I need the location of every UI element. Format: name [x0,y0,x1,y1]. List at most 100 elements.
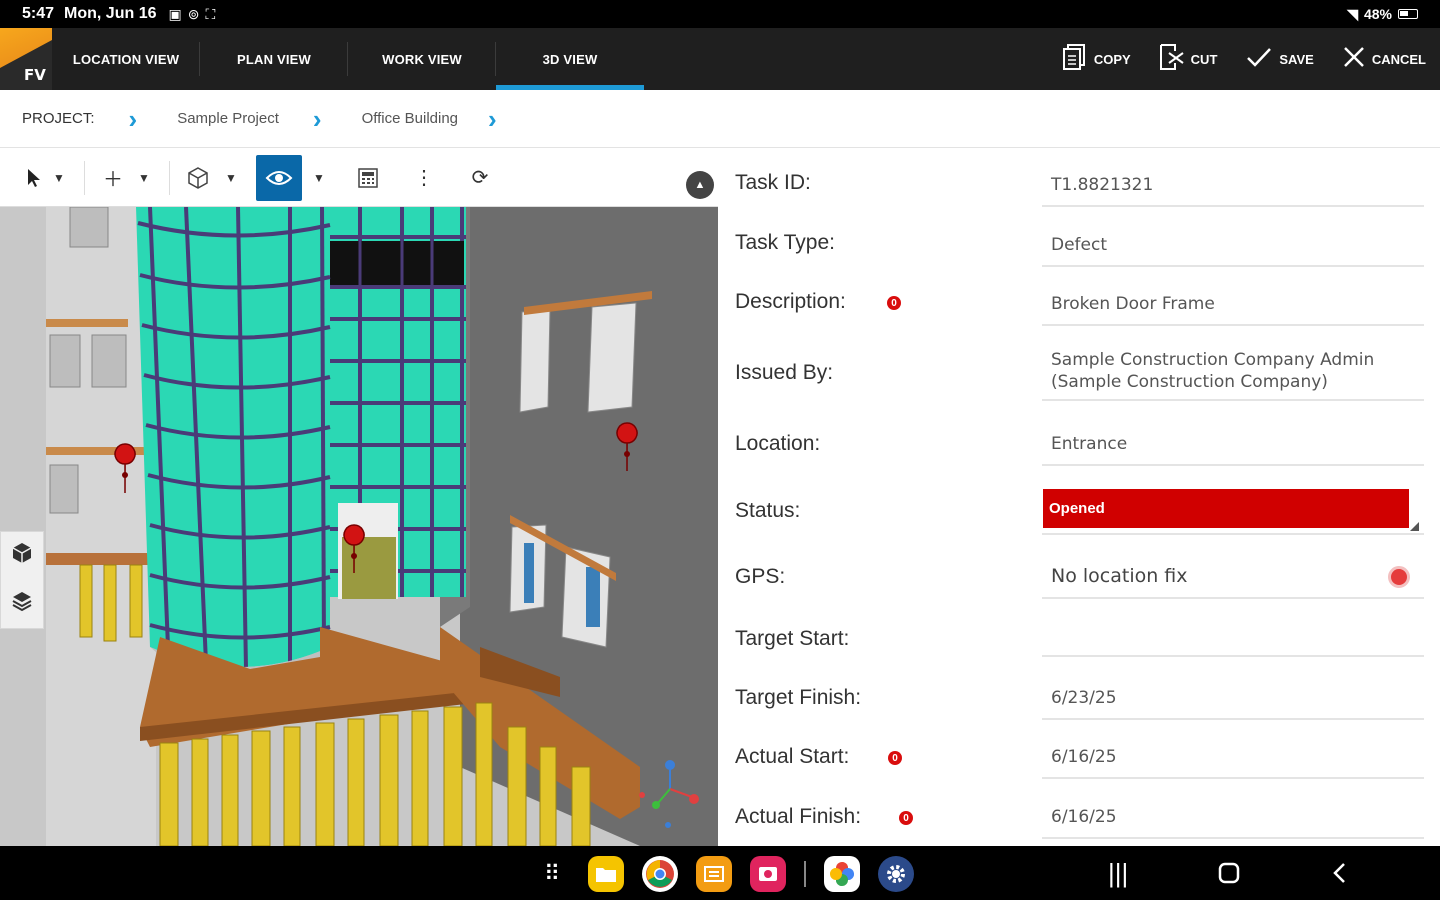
photos-app-icon[interactable] [824,856,860,892]
add-dropdown-icon[interactable]: ▼ [133,164,155,192]
home-icon[interactable] [1218,860,1240,891]
chevron-right-icon[interactable]: › [488,106,497,132]
chevron-right-icon[interactable]: › [129,106,138,132]
viewer-toolbar: ▼ ＋ ▼ ▼ ▼ ⋮ ⟳ ▲ [0,149,718,207]
status-underline [1042,533,1424,535]
app-bar: FV LOCATION VIEW PLAN VIEW WORK VIEW 3D … [0,28,1440,90]
toolbar-divider [169,160,170,195]
side-tool-panel [0,531,44,629]
cube-3d-icon[interactable] [11,542,33,570]
cancel-label: CANCEL [1371,51,1426,67]
3d-viewer-panel: ▼ ＋ ▼ ▼ ▼ ⋮ ⟳ ▲ [0,149,718,846]
target-start-field[interactable] [1042,627,1424,657]
target-start-label: Target Start: [735,627,850,650]
recent-apps-icon[interactable]: ||| [1108,858,1128,889]
cut-button[interactable]: CUT [1159,43,1218,75]
eye-dropdown-icon[interactable]: ▼ [308,164,330,192]
task-id-label: Task ID: [735,171,811,194]
tab-plan-view[interactable]: PLAN VIEW [200,28,348,90]
eye-icon[interactable] [256,154,302,201]
copy-button[interactable]: COPY [1062,43,1131,75]
required-badge: 0 [899,811,913,825]
tab-work-view[interactable]: WORK VIEW [348,28,496,90]
status-bar: 5:47 Mon, Jun 16 ▣ ⊚ ⛶ ◥ 48% [0,0,1440,28]
status-select[interactable]: Opened [1043,489,1409,528]
gallery-notification-icon: ▣ [168,5,182,22]
back-icon[interactable] [1330,860,1350,891]
battery-icon [1398,9,1418,19]
save-button[interactable]: SAVE [1245,45,1314,73]
gps-record-icon[interactable] [1388,566,1410,588]
breadcrumb-project-label: PROJECT: [22,110,95,127]
chevron-right-icon[interactable]: › [313,106,322,132]
app-drawer-icon[interactable]: ⠿ [534,856,570,892]
description-field[interactable]: Broken Door Frame [1042,294,1424,326]
action-bar: COPY CUT SAVE CANCEL [1062,28,1440,90]
calculator-icon[interactable] [354,164,382,192]
add-icon[interactable]: ＋ [99,164,127,192]
app-screen: { "status_bar": { "time": "5:47", "date"… [0,0,1440,900]
more-vert-icon[interactable]: ⋮ [410,164,438,192]
cancel-button[interactable]: CANCEL [1342,45,1426,73]
refresh-icon[interactable]: ⟳ [466,164,494,192]
wifi-icon: ◥ [1347,5,1358,22]
chrome-app-icon[interactable] [642,856,678,892]
close-icon [1342,45,1366,73]
breadcrumb: PROJECT: › Sample Project › Office Build… [0,90,1440,148]
select-dropdown-icon[interactable]: ▼ [48,164,70,192]
save-label: SAVE [1279,51,1314,67]
breadcrumb-item-office-building[interactable]: Office Building [362,110,458,127]
task-id-field: T1.8821321 [1042,175,1424,207]
issued-by-name: Sample Construction Company Admin [1051,350,1375,370]
actual-start-label: Actual Start: [735,745,850,768]
actual-finish-field[interactable]: 6/16/25 [1042,807,1424,839]
required-badge: 0 [887,296,901,310]
my-files-app-icon[interactable] [588,856,624,892]
task-type-field[interactable]: Defect [1042,235,1424,267]
location-field[interactable]: Entrance [1042,434,1424,466]
status-right: ◥ 48% [1347,6,1418,23]
gps-field: No location fix [1042,565,1424,599]
tab-3d-view[interactable]: 3D VIEW [496,28,644,90]
issued-by-company: (Sample Construction Company) [1051,372,1328,392]
building-model-render[interactable] [0,207,718,846]
check-icon [1245,45,1273,73]
tab-location-view[interactable]: LOCATION VIEW [52,28,200,90]
target-finish-label: Target Finish: [735,686,862,709]
gps-label: GPS: [735,565,786,588]
collapse-toolbar-icon[interactable]: ▲ [686,171,714,199]
logo-text: FV [24,66,46,84]
screen-recorder-app-icon[interactable] [750,856,786,892]
toolbar-divider [84,160,85,195]
cut-label: CUT [1190,51,1218,67]
cut-icon [1159,43,1185,75]
fieldview-logo[interactable]: FV [0,28,52,90]
cube-icon[interactable] [184,164,212,192]
3d-model-canvas[interactable] [0,207,718,846]
task-detail-form: Task ID: T1.8821321 Task Type: Defect De… [718,149,1440,846]
sync-notification-icon: ⊚ [187,5,200,22]
task-type-label: Task Type: [735,231,835,254]
select-arrow-icon[interactable] [20,164,48,192]
status-date: Mon, Jun 16 [64,5,157,22]
settings-app-icon[interactable] [878,856,914,892]
issued-by-field: Sample Construction Company Admin (Sampl… [1042,349,1424,401]
app-dock: ⠿ [534,856,914,892]
copy-label: COPY [1093,51,1131,67]
status-time: 5:47 [22,5,55,22]
required-badge: 0 [888,751,902,765]
copy-icon [1062,43,1088,75]
status-label: Status: [735,499,801,522]
description-label: Description: [735,290,846,313]
notification-icons: ▣ ⊚ ⛶ [168,6,215,23]
layers-icon[interactable] [11,590,33,618]
cube-dropdown-icon[interactable]: ▼ [220,164,242,192]
issued-by-label: Issued By: [735,361,834,384]
fieldview-app-icon[interactable] [696,856,732,892]
actual-start-field[interactable]: 6/16/25 [1042,747,1424,779]
screenshot-notification-icon: ⛶ [205,5,216,22]
dock-divider [804,861,806,887]
target-finish-field[interactable]: 6/23/25 [1042,688,1424,720]
breadcrumb-item-sample-project[interactable]: Sample Project [177,110,279,127]
logo-wedge [0,28,52,68]
